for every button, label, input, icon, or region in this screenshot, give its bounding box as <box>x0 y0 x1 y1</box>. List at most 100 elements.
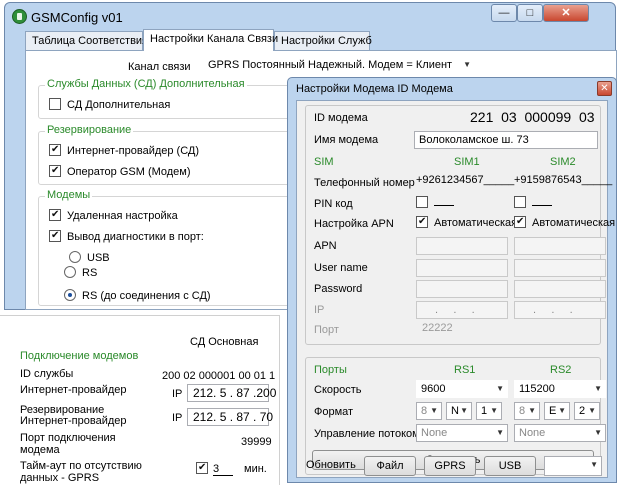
gsm-backup-checkbox[interactable]: Оператор GSM (Модем) <box>49 165 191 178</box>
timeout-label-2: данных - GPRS <box>20 472 100 484</box>
select-value: 8 <box>519 405 526 417</box>
select-value: E <box>549 405 557 417</box>
sim2-pin-checkbox[interactable] <box>514 196 552 209</box>
tab-service-settings[interactable]: Настройки Служб <box>274 31 372 51</box>
window-title: GSMConfig v01 <box>31 10 123 25</box>
tab-mapping-table[interactable]: Таблица Соответствия <box>25 31 148 51</box>
diag-output-checkbox[interactable]: Вывод диагностики в порт: <box>49 230 204 243</box>
sim1-ip-input[interactable]: . . . <box>416 301 508 319</box>
port-label: Порт <box>314 324 339 336</box>
rs2-stopbits-select[interactable]: 2 ▼ <box>574 402 600 420</box>
checkbox-icon <box>416 196 428 208</box>
modem-id-value: 221 03 000099 03 <box>470 109 595 125</box>
rs1-parity-select[interactable]: N ▼ <box>446 402 472 420</box>
select-value: 8 <box>421 405 428 417</box>
chevron-down-icon: ▼ <box>496 384 504 393</box>
sim2-username-input[interactable] <box>514 259 606 277</box>
checkbox-checked-icon <box>416 216 428 228</box>
channel-select[interactable]: GPRS Постоянный Надежный. Модем = Клиент… <box>204 57 474 75</box>
rs1-speed-select[interactable]: 9600 ▼ <box>416 380 508 398</box>
apn-settings-label: Настройка APN <box>314 218 394 230</box>
port-usb-radio[interactable]: USB <box>69 251 110 264</box>
rs1-flow-select[interactable]: None ▼ <box>416 424 508 442</box>
radio-icon <box>64 266 76 278</box>
additional-ds-checkbox[interactable]: СД Дополнительная <box>49 98 170 111</box>
chevron-down-icon: ▼ <box>430 406 438 415</box>
checkbox-checked-icon <box>196 462 208 474</box>
modem-connection-window: СД Основная Подключение модемов ID служб… <box>0 315 280 485</box>
rs2-databits-select[interactable]: 8 ▼ <box>514 402 540 420</box>
select-value: 2 <box>579 405 586 417</box>
rs2-speed-select[interactable]: 115200 ▼ <box>514 380 606 398</box>
chevron-down-icon: ▼ <box>590 460 598 469</box>
tab-channel-settings[interactable]: Настройки Канала Связи <box>143 29 278 51</box>
rs1-stopbits-select[interactable]: 1 ▼ <box>476 402 502 420</box>
checkbox-label: Вывод диагностики в порт: <box>67 231 204 243</box>
sim1-username-input[interactable] <box>416 259 508 277</box>
update-label: Обновить <box>306 459 356 471</box>
group-title: Модемы <box>45 189 93 201</box>
remote-setup-checkbox[interactable]: Удаленная настройка <box>49 209 178 222</box>
backup-label-2: Интернет-провайдер <box>20 415 127 427</box>
group-title: Резервирование <box>45 124 134 136</box>
update-gprs-button[interactable]: GPRS <box>424 456 476 476</box>
rs1-databits-select[interactable]: 8 ▼ <box>416 402 442 420</box>
minimize-button[interactable]: — <box>491 4 517 22</box>
close-icon[interactable]: ✕ <box>597 81 612 96</box>
sim1-apn-input[interactable] <box>416 237 508 255</box>
radio-label: RS (до соединения с СД) <box>82 290 211 302</box>
apn-label: APN <box>314 240 337 252</box>
select-value: None <box>421 427 448 439</box>
rs2-parity-select[interactable]: E ▼ <box>544 402 570 420</box>
sim2-ip-input[interactable]: . . . <box>514 301 606 319</box>
radio-label: RS <box>82 267 98 279</box>
data-services-group: Службы Данных (СД) Дополнительная СД Доп… <box>38 78 294 119</box>
phone-label: Телефонный номер <box>314 177 415 189</box>
sim1-phone-input[interactable]: +9261234567_____ <box>416 174 514 186</box>
isp-ip-input[interactable]: 212. 5 . 87 .200 <box>187 384 276 402</box>
sim1-pin-checkbox[interactable] <box>416 196 454 209</box>
port-rs-before-ds-radio[interactable]: RS (до соединения с СД) <box>64 289 211 302</box>
checkbox-label: Автоматическая <box>434 217 518 229</box>
rs1-header: RS1 <box>454 364 476 376</box>
timeout-input[interactable]: 3 <box>213 463 233 476</box>
chevron-down-icon: ▼ <box>558 406 566 415</box>
port-rs-radio[interactable]: RS <box>64 266 97 279</box>
sim2-phone-input[interactable]: +9159876543_____ <box>514 174 612 186</box>
sim2-password-input[interactable] <box>514 280 606 298</box>
sim2-header: SIM2 <box>550 156 576 168</box>
service-id-label: ID службы <box>20 368 74 380</box>
flow-label: Управление потоком <box>314 428 420 440</box>
sim2-apn-auto-checkbox[interactable]: Автоматическая <box>514 216 615 229</box>
rs2-flow-select[interactable]: None ▼ <box>514 424 606 442</box>
checkbox-checked-icon <box>49 230 61 242</box>
radio-label: USB <box>87 252 110 264</box>
sim1-password-input[interactable] <box>416 280 508 298</box>
modem-settings-dialog: Настройки Модема ID Модема ✕ ID модема 2… <box>287 77 617 483</box>
update-target-select[interactable]: ▼ <box>544 456 602 476</box>
backup-ip-input[interactable]: 212. 5 . 87 . 70 <box>187 408 273 426</box>
isp-backup-checkbox[interactable]: Интернет-провайдер (СД) <box>49 144 199 157</box>
chevron-down-icon: ▼ <box>594 428 602 437</box>
timeout-checkbox[interactable] <box>196 462 214 475</box>
checkbox-checked-icon <box>514 216 526 228</box>
update-file-button[interactable]: Файл <box>364 456 416 476</box>
sim-header: SIM <box>314 156 334 168</box>
section-title: Подключение модемов <box>20 350 139 362</box>
ip-prefix: IP <box>172 412 183 424</box>
username-label: User name <box>314 262 368 274</box>
select-value: 1 <box>481 405 488 417</box>
update-usb-button[interactable]: USB <box>484 456 536 476</box>
sim1-apn-auto-checkbox[interactable]: Автоматическая <box>416 216 517 229</box>
chevron-down-icon: ▼ <box>460 406 468 415</box>
channel-select-value: GPRS Постоянный Надежный. Модем = Клиент <box>208 59 453 71</box>
password-label: Password <box>314 283 363 295</box>
app-logo-icon <box>12 9 27 24</box>
modem-name-input[interactable]: Волоколамское ш. 73 <box>414 131 598 149</box>
radio-selected-icon <box>64 289 76 301</box>
dialog-body: ID модема 221 03 000099 03 Имя модема Во… <box>296 100 615 478</box>
maximize-button[interactable]: □ <box>517 4 543 22</box>
sim2-apn-input[interactable] <box>514 237 606 255</box>
chevron-down-icon: ▼ <box>588 406 596 415</box>
close-button[interactable]: ✕ <box>543 4 589 22</box>
